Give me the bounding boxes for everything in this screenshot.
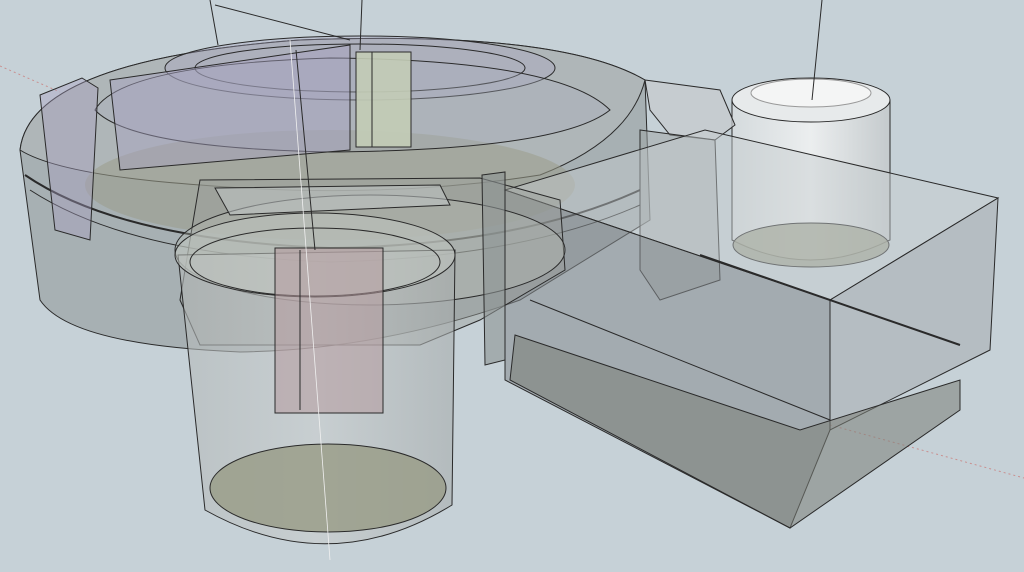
red-axis-line-left	[0, 65, 61, 93]
model-canvas[interactable]	[0, 0, 1024, 572]
3d-model-viewport[interactable]	[0, 0, 1024, 572]
guide-line-2	[214, 4, 351, 41]
green-door-panel	[355, 51, 412, 148]
rectangular-wing[interactable]	[503, 129, 1000, 529]
platform-divider-wall	[481, 171, 506, 366]
front-cylinder-floor	[209, 443, 447, 533]
pink-inner-panel	[274, 247, 384, 414]
guide-line-1	[209, 0, 219, 46]
connector-top	[644, 79, 736, 141]
right-cylinder-cap	[750, 78, 872, 108]
